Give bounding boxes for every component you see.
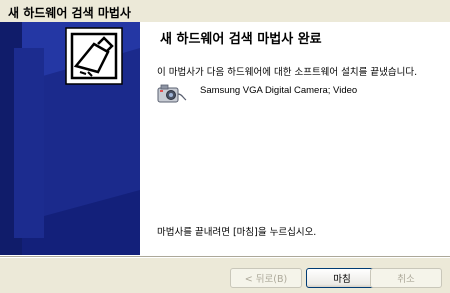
footer-separator [0, 256, 450, 258]
camera-icon [157, 84, 187, 103]
side-panel-art [0, 22, 140, 255]
title-bar: 새 하드웨어 검색 마법사 [0, 0, 450, 22]
finish-button[interactable]: 마침 [306, 268, 378, 288]
cancel-button[interactable]: 취소 [370, 268, 442, 288]
window-title: 새 하드웨어 검색 마법사 [8, 6, 131, 20]
wizard-side-panel [0, 22, 140, 255]
back-button[interactable]: < 뒤로(B) [230, 268, 302, 288]
main-area: 새 하드웨어 검색 마법사 완료 이 마법사가 다음 하드웨어에 대한 소프트웨… [140, 22, 450, 255]
wizard-window: 새 하드웨어 검색 마법사 새 하드웨어 검색 마법사 완료 이 마법사가 다음… [0, 0, 450, 293]
finish-instructions: 마법사를 끝내려면 [마침]을 누르십시오. [157, 227, 317, 238]
device-name: Samsung VGA Digital Camera; Video [200, 85, 358, 96]
hardware-wizard-icon [65, 27, 123, 85]
completion-description: 이 마법사가 다음 하드웨어에 대한 소프트웨어 설치를 끝냈습니다. [157, 67, 418, 78]
page-title: 새 하드웨어 검색 마법사 완료 [160, 32, 322, 47]
